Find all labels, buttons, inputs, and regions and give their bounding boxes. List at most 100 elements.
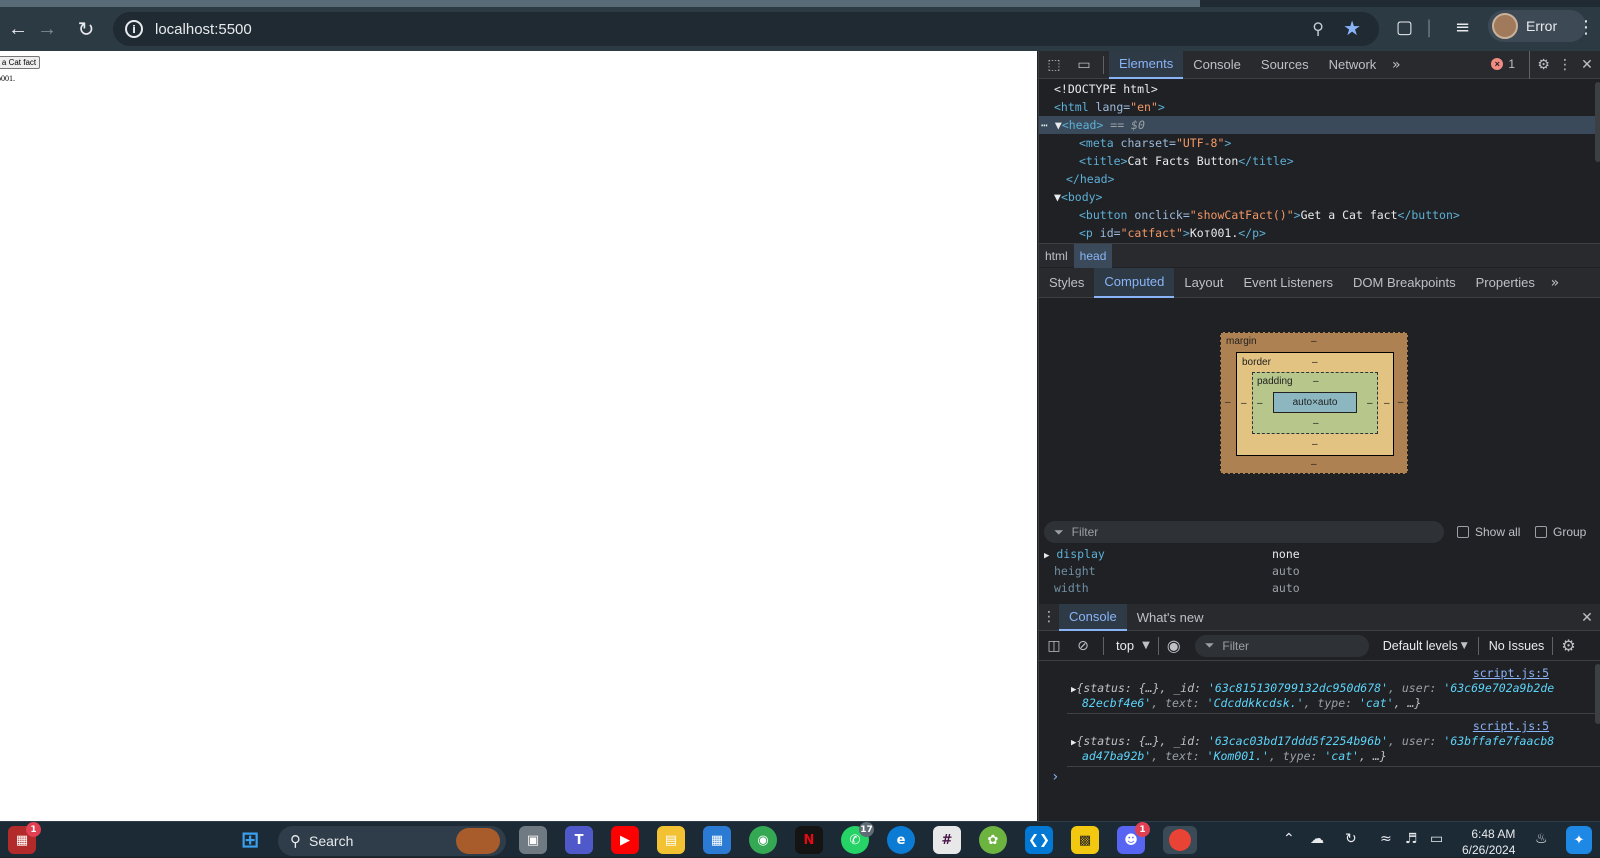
chrome-icon[interactable]: ◉ — [749, 826, 777, 854]
context-select[interactable]: top — [1116, 638, 1134, 653]
dom-line-doctype[interactable]: <!DOCTYPE html> — [1054, 80, 1158, 98]
vscode-icon[interactable]: ❮❯ — [1025, 826, 1053, 854]
border-top-value[interactable]: – — [1312, 357, 1318, 368]
box-model-border[interactable]: border – – – – padding – – – – auto×auto — [1236, 352, 1394, 456]
dom-line-meta[interactable]: <meta charset="UTF-8"> — [1079, 134, 1231, 152]
chevron-down-icon[interactable]: ▼ — [1461, 641, 1468, 651]
task-view-icon[interactable]: ▣ — [519, 826, 547, 854]
expand-triangle-icon[interactable]: ▼ — [1054, 190, 1061, 204]
more-tabs-icon[interactable]: » — [1386, 51, 1406, 79]
inspect-icon[interactable]: ⬚ — [1039, 51, 1069, 79]
drawer-tab-whats-new[interactable]: What's new — [1127, 604, 1214, 631]
padding-left-value[interactable]: – — [1257, 398, 1263, 409]
whatsapp-icon[interactable]: ✆ 17 — [841, 822, 874, 854]
netflix-icon[interactable]: N — [795, 826, 823, 854]
log-source-link[interactable]: script.js:5 — [1473, 666, 1549, 680]
tab-properties[interactable]: Properties — [1466, 268, 1545, 298]
windows-start-icon[interactable]: ⊞ — [236, 826, 264, 854]
box-model-content[interactable]: auto×auto — [1273, 392, 1357, 413]
power-bi-icon[interactable]: ▩ — [1071, 826, 1099, 854]
console-scrollbar[interactable] — [1595, 664, 1600, 724]
box-model-padding[interactable]: padding – – – – auto×auto — [1252, 372, 1378, 434]
tab-network[interactable]: Network — [1319, 51, 1387, 79]
console-prompt[interactable]: › — [1051, 770, 1059, 785]
zoom-icon[interactable]: ⚲ — [1312, 19, 1324, 38]
dom-scrollbar[interactable] — [1595, 82, 1600, 162]
border-left-value[interactable]: – — [1241, 398, 1247, 409]
more-subtabs-icon[interactable]: » — [1545, 269, 1565, 297]
bookmark-star-icon[interactable]: ★ — [1343, 16, 1361, 40]
border-bottom-value[interactable]: – — [1312, 439, 1318, 450]
drawer-menu-icon[interactable]: ⋮ — [1039, 604, 1059, 631]
chevron-down-icon[interactable]: ▼ — [1142, 640, 1150, 651]
menu-icon[interactable]: ⋮ — [1577, 17, 1595, 38]
margin-left-value[interactable]: – — [1225, 397, 1231, 408]
group-checkbox[interactable]: Group — [1535, 525, 1586, 539]
battery-icon[interactable]: ▭ — [1430, 831, 1443, 847]
expand-triangle-icon[interactable]: ▶ — [1044, 551, 1049, 561]
youtube-icon[interactable]: ▶ — [611, 826, 639, 854]
tab-dom-breakpoints[interactable]: DOM Breakpoints — [1343, 268, 1466, 298]
edge-icon[interactable]: e — [887, 826, 915, 854]
slack-icon[interactable]: # — [933, 826, 961, 854]
tab-console[interactable]: Console — [1183, 51, 1251, 79]
dom-line-html[interactable]: <html lang="en"> — [1054, 98, 1165, 116]
log-source-link[interactable]: script.js:5 — [1473, 719, 1549, 733]
tab-layout[interactable]: Layout — [1174, 268, 1233, 298]
eye-icon[interactable]: ◉ — [1167, 636, 1181, 655]
chrome-active-icon[interactable] — [1163, 826, 1197, 854]
file-explorer-icon[interactable]: ▤ — [657, 826, 685, 854]
taskbar-search[interactable]: ⚲ Search — [278, 826, 506, 856]
tab-sources[interactable]: Sources — [1251, 51, 1319, 79]
cloud-icon[interactable]: ☁ — [1310, 831, 1324, 847]
padding-bottom-value[interactable]: – — [1313, 418, 1319, 429]
teams-icon[interactable]: T — [565, 826, 593, 854]
border-right-value[interactable]: – — [1384, 398, 1390, 409]
prop-row-display[interactable]: ▶ display — [1044, 546, 1105, 563]
dom-line-title[interactable]: <title>Cat Facts Button</title> — [1079, 152, 1294, 170]
media-icon[interactable]: ≡ — [1455, 17, 1470, 38]
wifi-icon[interactable]: ≈ — [1380, 831, 1392, 847]
prop-name-width[interactable]: width — [1054, 580, 1089, 597]
padding-right-value[interactable]: – — [1367, 398, 1373, 409]
volume-icon[interactable]: ♬ — [1405, 831, 1418, 847]
site-info-icon[interactable]: i — [125, 20, 143, 38]
margin-top-value[interactable]: – — [1311, 336, 1317, 347]
store-icon[interactable]: ▦ — [703, 826, 731, 854]
forward-icon[interactable]: → — [29, 11, 65, 47]
tab-computed[interactable]: Computed — [1094, 267, 1175, 298]
dom-line-p[interactable]: <p id="catfact">Кот001.</p> — [1079, 224, 1266, 243]
profile-button[interactable]: Error — [1488, 10, 1586, 42]
close-drawer-icon[interactable]: ✕ — [1577, 604, 1597, 631]
padding-top-value[interactable]: – — [1313, 376, 1319, 387]
cat-fact-button[interactable]: et a Cat fact — [0, 56, 41, 69]
computed-filter-input[interactable]: ⏷ Filter — [1044, 521, 1444, 543]
error-count-badge[interactable]: × 1 — [1491, 57, 1515, 71]
dom-line-head-close[interactable]: </head> — [1066, 170, 1114, 188]
sidebar-toggle-icon[interactable]: ◫ — [1039, 631, 1069, 661]
breadcrumb-html[interactable]: html — [1039, 244, 1074, 268]
copilot-icon[interactable]: ✦ — [1566, 826, 1592, 854]
close-devtools-icon[interactable]: ✕ — [1577, 51, 1597, 79]
console-filter-input[interactable]: ⏷ Filter — [1194, 634, 1369, 657]
clear-console-icon[interactable]: ⊘ — [1069, 631, 1097, 661]
address-bar[interactable]: i localhost:5500 ⚲ ★ — [113, 12, 1379, 46]
default-levels-dropdown[interactable]: Default levels — [1383, 639, 1458, 653]
show-all-checkbox[interactable]: Show all — [1457, 525, 1520, 539]
sync-icon[interactable]: ↻ — [1345, 831, 1357, 847]
tab-styles[interactable]: Styles — [1039, 268, 1094, 298]
clock[interactable]: 6:48 AM 6/26/2024 — [1462, 826, 1515, 858]
tab-elements[interactable]: Elements — [1109, 51, 1184, 79]
dom-line-button[interactable]: <button onclick="showCatFact()">Get a Ca… — [1079, 206, 1460, 224]
chevron-up-icon[interactable]: ⌃ — [1283, 831, 1295, 847]
breadcrumb-head[interactable]: head — [1073, 243, 1113, 268]
device-toolbar-icon[interactable]: ▭ — [1069, 51, 1099, 79]
margin-bottom-value[interactable]: – — [1311, 459, 1317, 470]
kebab-menu-icon[interactable]: ⋮ — [1555, 51, 1575, 79]
extensions-icon[interactable]: ▢ — [1396, 17, 1413, 38]
tab-event-listeners[interactable]: Event Listeners — [1233, 268, 1343, 298]
app-icon-red[interactable]: ▦ 1 — [8, 822, 41, 854]
expand-triangle-icon[interactable]: ▼ — [1055, 118, 1062, 132]
notification-bell-icon[interactable]: ♨ — [1535, 831, 1548, 847]
margin-right-value[interactable]: – — [1398, 397, 1404, 408]
